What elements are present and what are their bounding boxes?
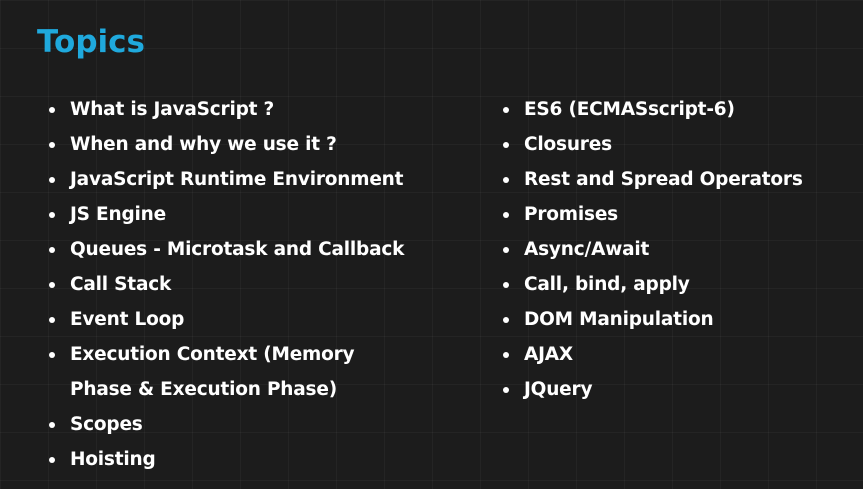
bullet-icon [49, 317, 55, 323]
bullet-icon [503, 212, 509, 218]
list-item: Rest and Spread Operators [502, 162, 842, 197]
topic-label: What is JavaScript ? [70, 99, 275, 120]
topic-label: Scopes [70, 414, 143, 435]
bullet-icon [503, 107, 509, 113]
bullet-icon [49, 142, 55, 148]
topic-label: Promises [524, 204, 618, 225]
topic-label: JQuery [524, 379, 593, 400]
list-item: When and why we use it ? [48, 127, 408, 162]
bullet-icon [49, 282, 55, 288]
list-item: AJAX [502, 337, 842, 372]
list-item: ES6 (ECMASscript-6) [502, 92, 842, 127]
bullet-icon [49, 352, 55, 358]
topic-label: Async/Await [524, 239, 650, 260]
bullet-icon [49, 177, 55, 183]
list-item: Queues - Microtask and Callback [48, 232, 408, 267]
bullet-icon [49, 457, 55, 463]
bullet-icon [503, 282, 509, 288]
bullet-icon [503, 352, 509, 358]
topic-label: JavaScript Runtime Environment [70, 169, 404, 190]
topic-label-continuation: Phase & Execution Phase) [70, 379, 337, 400]
topic-label: When and why we use it ? [70, 134, 337, 155]
topic-label: Rest and Spread Operators [524, 169, 803, 190]
bullet-icon [49, 422, 55, 428]
list-item: Async/Await [502, 232, 842, 267]
topic-label: AJAX [524, 344, 573, 365]
topic-label: Call, bind, apply [524, 274, 690, 295]
topic-label: ES6 (ECMASscript-6) [524, 99, 735, 120]
list-item: JQuery [502, 372, 842, 407]
topic-label: Call Stack [70, 274, 172, 295]
list-item: Promises [502, 197, 842, 232]
topic-label: Queues - Microtask and Callback [70, 239, 405, 260]
bullet-icon [503, 247, 509, 253]
bullet-icon [49, 212, 55, 218]
bullet-icon [49, 247, 55, 253]
list-item: Hoisting [48, 442, 408, 477]
topic-label: Hoisting [70, 449, 156, 470]
topic-label: Execution Context (Memory [70, 344, 355, 365]
list-item: Call, bind, apply [502, 267, 842, 302]
bullet-icon [503, 317, 509, 323]
bullet-icon [503, 177, 509, 183]
bullet-icon [49, 107, 55, 113]
slide-title: Topics [37, 24, 145, 60]
list-item: JavaScript Runtime Environment [48, 162, 408, 197]
bullet-icon [503, 387, 509, 393]
topics-list-right: ES6 (ECMASscript-6) Closures Rest and Sp… [502, 92, 842, 407]
list-item: Event Loop [48, 302, 408, 337]
list-item: DOM Manipulation [502, 302, 842, 337]
bullet-icon [503, 142, 509, 148]
list-item: Scopes [48, 407, 408, 442]
list-item: Call Stack [48, 267, 408, 302]
topic-label: JS Engine [70, 204, 166, 225]
topic-label: Closures [524, 134, 612, 155]
list-item: Execution Context (Memory Phase & Execut… [48, 337, 408, 407]
topic-label: Event Loop [70, 309, 185, 330]
list-item: JS Engine [48, 197, 408, 232]
list-item: What is JavaScript ? [48, 92, 408, 127]
slide: Topics What is JavaScript ? When and why… [0, 0, 863, 489]
list-item: Closures [502, 127, 842, 162]
topics-list-left: What is JavaScript ? When and why we use… [48, 92, 408, 477]
topic-label: DOM Manipulation [524, 309, 714, 330]
